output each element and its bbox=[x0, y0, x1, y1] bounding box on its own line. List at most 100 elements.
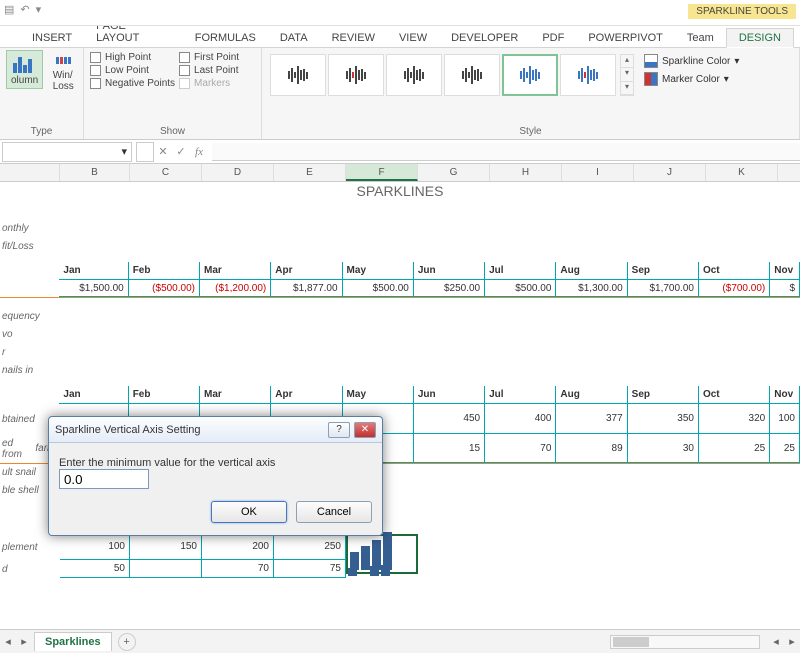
save-icon[interactable]: ▤ bbox=[4, 3, 14, 16]
f1-oct[interactable]: 320 bbox=[699, 404, 770, 434]
period-v4[interactable]: 250 bbox=[274, 534, 346, 560]
f2-nov[interactable]: 25 bbox=[770, 434, 800, 463]
pl-mar[interactable]: ($1,200.00) bbox=[200, 280, 271, 297]
style-1[interactable] bbox=[270, 54, 326, 96]
min-value-input[interactable] bbox=[59, 469, 149, 489]
f2-aug[interactable]: 89 bbox=[556, 434, 627, 463]
pl-aug[interactable]: $1,300.00 bbox=[556, 280, 627, 297]
f2-sep[interactable]: 30 bbox=[628, 434, 699, 463]
style-5-selected[interactable] bbox=[502, 54, 558, 96]
hdr-apr[interactable]: Apr bbox=[271, 262, 342, 280]
sparkline-winloss-button[interactable]: Win/ Loss bbox=[47, 50, 79, 94]
hdr-jul[interactable]: Jul bbox=[485, 262, 556, 280]
sparkline-column-button[interactable]: olumn bbox=[6, 50, 43, 89]
hdr2-sep[interactable]: Sep bbox=[628, 386, 699, 404]
hdr2-apr[interactable]: Apr bbox=[271, 386, 342, 404]
hdr2-mar[interactable]: Mar bbox=[200, 386, 271, 404]
hdr-sep[interactable]: Sep bbox=[628, 262, 699, 280]
name-box[interactable]: ▾ bbox=[2, 142, 132, 162]
hdr2-jul[interactable]: Jul bbox=[485, 386, 556, 404]
sparkline-cell-2[interactable] bbox=[346, 560, 418, 578]
hdr-nov[interactable]: Nov bbox=[770, 262, 800, 280]
hdr-jun[interactable]: Jun bbox=[414, 262, 485, 280]
period-v3[interactable]: 200 bbox=[202, 534, 274, 560]
dialog-titlebar[interactable]: Sparkline Vertical Axis Setting ? ✕ bbox=[49, 417, 382, 443]
f2-jul[interactable]: 70 bbox=[485, 434, 556, 463]
pl-jul[interactable]: $500.00 bbox=[485, 280, 556, 297]
period-w1[interactable]: 50 bbox=[60, 560, 130, 578]
horizontal-scrollbar[interactable] bbox=[610, 635, 760, 649]
chk-low-point[interactable]: Low Point bbox=[90, 65, 175, 76]
style-6[interactable] bbox=[560, 54, 616, 96]
enter-formula-button[interactable]: ✓ bbox=[172, 145, 190, 158]
sheet-tab-sparklines[interactable]: Sparklines bbox=[34, 632, 112, 651]
worksheet[interactable]: B C D E F G H I J K SPARKLINES onthly fi… bbox=[0, 164, 800, 614]
tab-powerpivot[interactable]: POWERPIVOT bbox=[576, 29, 675, 47]
pl-jan[interactable]: $1,500.00 bbox=[59, 280, 128, 297]
period-v1[interactable]: 100 bbox=[60, 534, 130, 560]
pl-nov[interactable]: $ bbox=[770, 280, 800, 297]
hdr2-jan[interactable]: Jan bbox=[59, 386, 128, 404]
period-w2[interactable] bbox=[130, 560, 202, 578]
hdr-jan[interactable]: Jan bbox=[59, 262, 128, 280]
colhdr-k[interactable]: K bbox=[706, 164, 778, 181]
colhdr-c[interactable]: C bbox=[130, 164, 202, 181]
chevron-down-icon[interactable]: ▾ bbox=[121, 145, 127, 158]
colhdr-f[interactable]: F bbox=[346, 164, 418, 181]
style-gallery-more[interactable]: ▴▾▾ bbox=[620, 54, 634, 96]
colhdr-e[interactable]: E bbox=[274, 164, 346, 181]
f1-jul[interactable]: 400 bbox=[485, 404, 556, 434]
tab-developer[interactable]: DEVELOPER bbox=[439, 29, 530, 47]
formula-input[interactable] bbox=[212, 143, 800, 161]
hdr2-nov[interactable]: Nov bbox=[770, 386, 800, 404]
pl-apr[interactable]: $1,877.00 bbox=[271, 280, 342, 297]
hscroll-right[interactable]: ▸ bbox=[784, 635, 800, 648]
colhdr-i[interactable]: I bbox=[562, 164, 634, 181]
hdr2-oct[interactable]: Oct bbox=[699, 386, 770, 404]
style-4[interactable] bbox=[444, 54, 500, 96]
tab-team[interactable]: Team bbox=[675, 29, 726, 47]
tab-data[interactable]: DATA bbox=[268, 29, 320, 47]
colhdr-d[interactable]: D bbox=[202, 164, 274, 181]
tab-view[interactable]: VIEW bbox=[387, 29, 439, 47]
pl-may[interactable]: $500.00 bbox=[343, 280, 414, 297]
fx-button[interactable]: fx bbox=[190, 146, 208, 158]
tab-pdf[interactable]: PDF bbox=[530, 29, 576, 47]
ok-button[interactable]: OK bbox=[211, 501, 287, 523]
colhdr-g[interactable]: G bbox=[418, 164, 490, 181]
hdr2-aug[interactable]: Aug bbox=[556, 386, 627, 404]
sparkline-cell[interactable] bbox=[346, 534, 418, 560]
dialog-close-button[interactable]: ✕ bbox=[354, 422, 376, 438]
sheet-scroll-left[interactable]: ◂ bbox=[0, 635, 16, 648]
pl-feb[interactable]: ($500.00) bbox=[129, 280, 200, 297]
period-v2[interactable]: 150 bbox=[130, 534, 202, 560]
tab-insert[interactable]: INSERT bbox=[20, 29, 84, 47]
f2-jun[interactable]: 15 bbox=[414, 434, 485, 463]
hdr-oct[interactable]: Oct bbox=[699, 262, 770, 280]
dialog-help-button[interactable]: ? bbox=[328, 422, 350, 438]
f1-aug[interactable]: 377 bbox=[556, 404, 627, 434]
chk-high-point[interactable]: High Point bbox=[90, 52, 175, 63]
f1-sep[interactable]: 350 bbox=[628, 404, 699, 434]
chk-first-point[interactable]: First Point bbox=[179, 52, 239, 63]
f1-jun[interactable]: 450 bbox=[414, 404, 485, 434]
hdr-mar[interactable]: Mar bbox=[200, 262, 271, 280]
tab-review[interactable]: REVIEW bbox=[320, 29, 387, 47]
cancel-formula-button[interactable]: ✕ bbox=[154, 145, 172, 158]
redo-icon[interactable]: ▾ bbox=[36, 3, 42, 16]
pl-jun[interactable]: $250.00 bbox=[414, 280, 485, 297]
hdr2-may[interactable]: May bbox=[343, 386, 414, 404]
f1-nov[interactable]: 100 bbox=[770, 404, 800, 434]
style-2[interactable] bbox=[328, 54, 384, 96]
hdr2-jun[interactable]: Jun bbox=[414, 386, 485, 404]
hdr-aug[interactable]: Aug bbox=[556, 262, 627, 280]
marker-color-button[interactable]: Marker Color▾ bbox=[644, 72, 739, 86]
undo-icon[interactable]: ↶ bbox=[20, 3, 29, 16]
pl-sep[interactable]: $1,700.00 bbox=[628, 280, 699, 297]
f2-oct[interactable]: 25 bbox=[699, 434, 770, 463]
tab-formulas[interactable]: FORMULAS bbox=[183, 29, 268, 47]
style-3[interactable] bbox=[386, 54, 442, 96]
hdr-feb[interactable]: Feb bbox=[129, 262, 200, 280]
colhdr-j[interactable]: J bbox=[634, 164, 706, 181]
hdr-may[interactable]: May bbox=[343, 262, 414, 280]
